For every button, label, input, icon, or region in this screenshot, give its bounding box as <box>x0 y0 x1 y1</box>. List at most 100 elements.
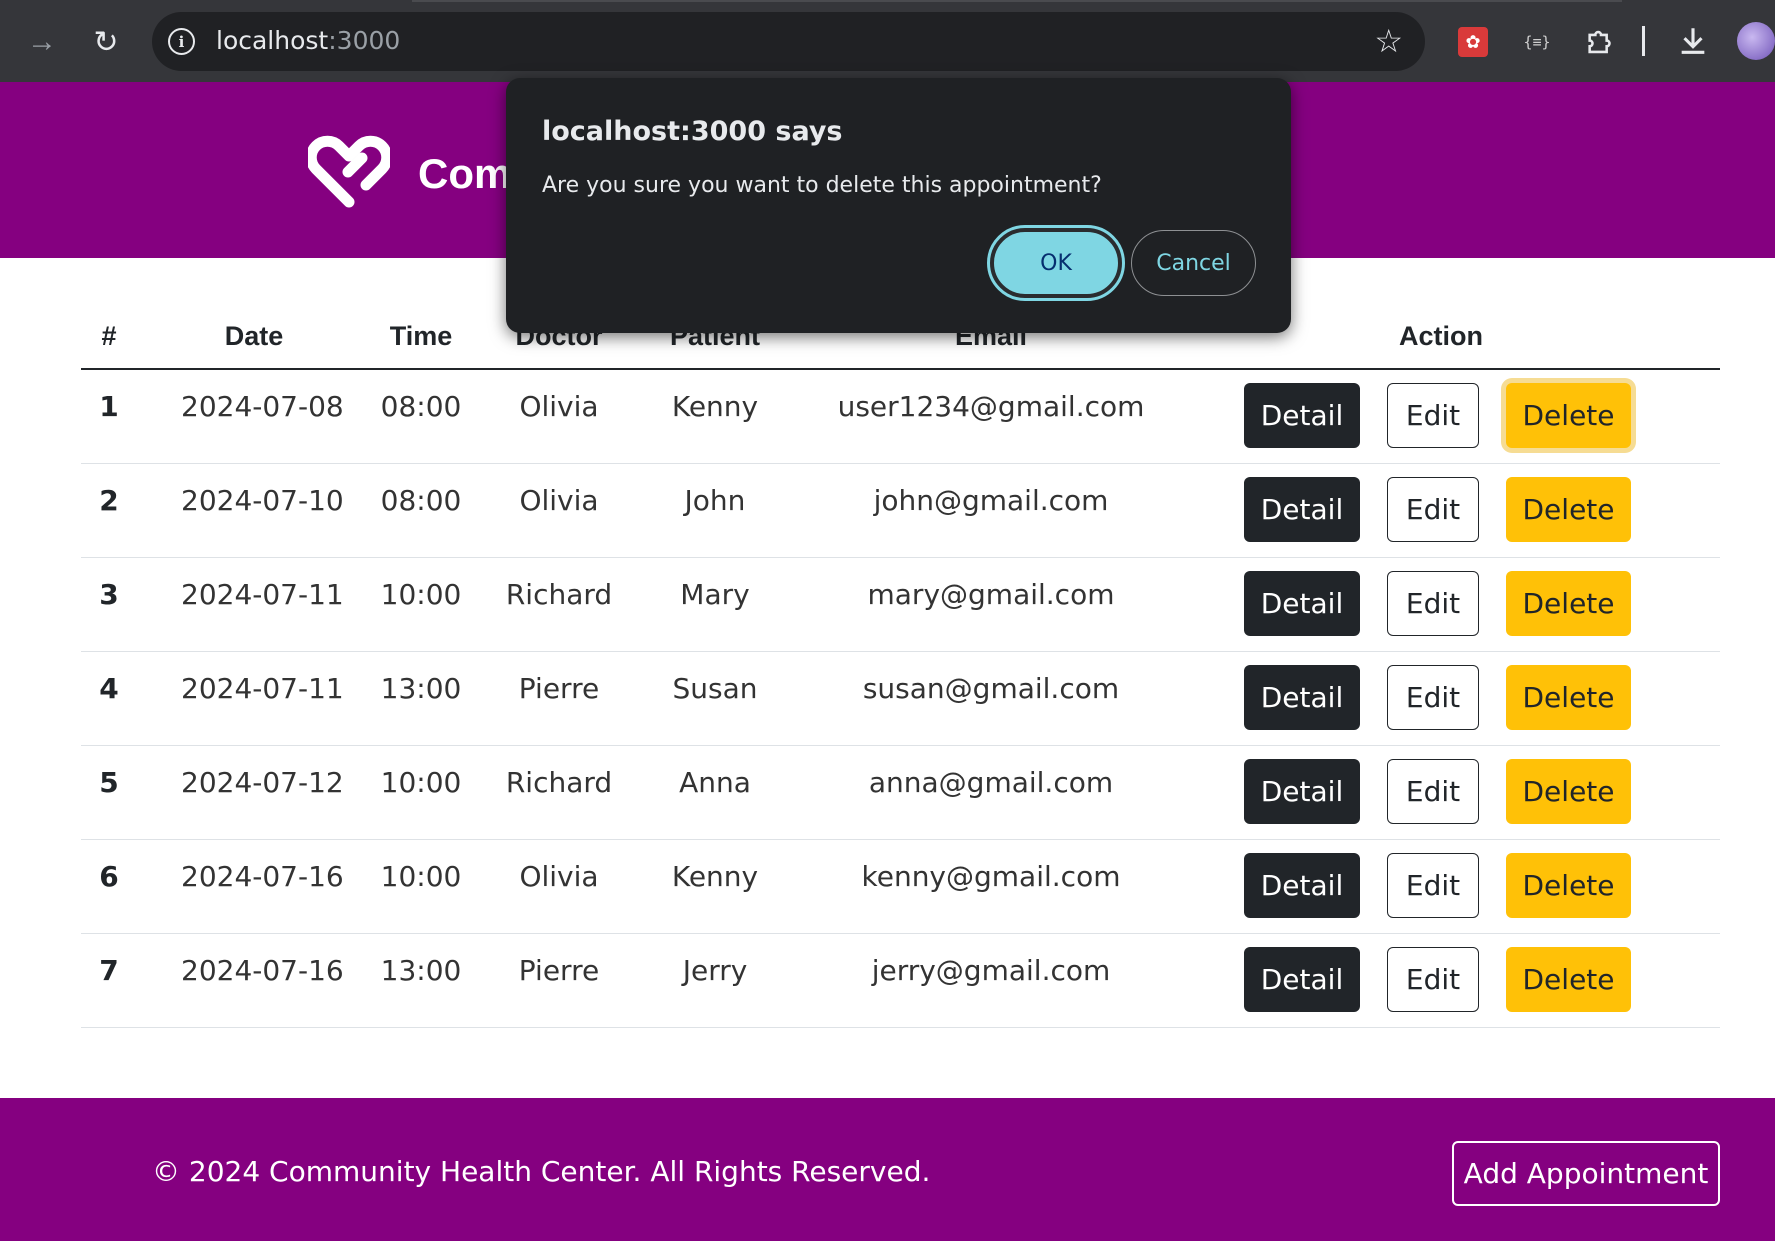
cell-patient: Mary <box>680 578 750 611</box>
header-num: # <box>101 321 117 351</box>
table-row: 6 2024-07-16 10:00 Olivia Kenny kenny@gmail.c… <box>81 840 1720 934</box>
cell-doctor: Richard <box>505 766 613 799</box>
table-body: 1 2024-07-08 08:00 Olivia Kenny user1234@gmai… <box>81 370 1720 1028</box>
cell-date: 2024-07-16 <box>181 954 344 987</box>
cell-time: 13:00 <box>380 954 462 987</box>
cell-email: anna@gmail.com <box>868 766 1114 799</box>
delete-button[interactable]: Delete <box>1506 759 1631 824</box>
address-bar[interactable]: i localhost:3000 ☆ <box>152 12 1425 71</box>
toolbar-divider <box>1642 26 1645 56</box>
cell-date: 2024-07-11 <box>181 578 344 611</box>
cell-patient: Anna <box>679 766 751 799</box>
cell-email: jerry@gmail.com <box>871 954 1111 987</box>
copyright-text: © 2024 Community Health Center. All Righ… <box>152 1155 931 1188</box>
cell-num: 6 <box>99 860 119 893</box>
cell-patient: Kenny <box>671 860 759 893</box>
delete-button[interactable]: Delete <box>1506 571 1631 636</box>
download-icon[interactable] <box>1673 20 1713 62</box>
url-host: localhost <box>216 26 329 55</box>
puzzle-icon[interactable] <box>1582 22 1620 62</box>
detail-button[interactable]: Detail <box>1244 383 1360 448</box>
extension-icon[interactable]: ✿ <box>1458 27 1488 57</box>
delete-button[interactable]: Delete <box>1506 853 1631 918</box>
cell-num: 3 <box>99 578 119 611</box>
edit-button[interactable]: Edit <box>1387 853 1479 918</box>
detail-button[interactable]: Detail <box>1244 759 1360 824</box>
header-date: Date <box>224 321 284 351</box>
cell-patient: Jerry <box>682 954 748 987</box>
cell-email: susan@gmail.com <box>862 672 1120 705</box>
delete-button[interactable]: Delete <box>1506 477 1631 542</box>
profile-avatar[interactable] <box>1737 22 1775 60</box>
table-row: 1 2024-07-08 08:00 Olivia Kenny user1234@gmai… <box>81 370 1720 464</box>
cell-num: 2 <box>99 484 119 517</box>
dialog-cancel-button[interactable]: Cancel <box>1131 230 1256 296</box>
appointments-table: # Date Time Doctor Patient Email Action … <box>81 303 1720 1028</box>
detail-button[interactable]: Detail <box>1244 571 1360 636</box>
table-row: 5 2024-07-12 10:00 Richard Anna anna@gmail.co… <box>81 746 1720 840</box>
cell-time: 10:00 <box>380 766 462 799</box>
star-icon[interactable]: ☆ <box>1374 22 1403 60</box>
edit-button[interactable]: Edit <box>1387 947 1479 1012</box>
reload-icon[interactable]: ↻ <box>86 22 126 62</box>
json-extension-icon[interactable]: {≡} <box>1521 27 1553 57</box>
cell-doctor: Olivia <box>519 390 599 423</box>
cell-time: 10:00 <box>380 578 462 611</box>
detail-button[interactable]: Detail <box>1244 853 1360 918</box>
cell-num: 7 <box>99 954 119 987</box>
edit-button[interactable]: Edit <box>1387 383 1479 448</box>
delete-button[interactable]: Delete <box>1506 665 1631 730</box>
cell-doctor: Olivia <box>519 484 599 517</box>
cell-time: 08:00 <box>380 484 462 517</box>
detail-button[interactable]: Detail <box>1244 665 1360 730</box>
cell-date: 2024-07-10 <box>181 484 344 517</box>
cell-time: 10:00 <box>380 860 462 893</box>
cell-date: 2024-07-11 <box>181 672 344 705</box>
table-row: 2 2024-07-10 08:00 Olivia John john@gmail.com… <box>81 464 1720 558</box>
cell-num: 4 <box>99 672 119 705</box>
cell-num: 1 <box>99 390 119 423</box>
cell-date: 2024-07-12 <box>181 766 344 799</box>
cell-doctor: Pierre <box>518 954 600 987</box>
delete-button[interactable]: Delete <box>1506 383 1631 448</box>
tab-strip-edge <box>412 0 1622 2</box>
detail-button[interactable]: Detail <box>1244 947 1360 1012</box>
cell-time: 08:00 <box>380 390 462 423</box>
detail-button[interactable]: Detail <box>1244 477 1360 542</box>
forward-icon[interactable]: → <box>22 22 62 62</box>
cell-doctor: Richard <box>505 578 613 611</box>
cell-email: user1234@gmail.com <box>837 390 1145 423</box>
edit-button[interactable]: Edit <box>1387 477 1479 542</box>
dialog-message: Are you sure you want to delete this app… <box>542 173 1102 198</box>
dialog-title: localhost:3000 says <box>542 116 843 147</box>
cell-doctor: Olivia <box>519 860 599 893</box>
edit-button[interactable]: Edit <box>1387 571 1479 636</box>
cell-email: john@gmail.com <box>873 484 1109 517</box>
confirm-dialog: localhost:3000 says Are you sure you wan… <box>506 78 1291 333</box>
header-action: Action <box>1399 321 1483 351</box>
cell-email: kenny@gmail.com <box>861 860 1121 893</box>
table-row: 3 2024-07-11 10:00 Richard Mary mary@gmail.co… <box>81 558 1720 652</box>
dialog-ok-button[interactable]: OK <box>987 225 1125 301</box>
table-row: 4 2024-07-11 13:00 Pierre Susan susan@gmail.c… <box>81 652 1720 746</box>
info-icon[interactable]: i <box>168 28 195 55</box>
site-footer: © 2024 Community Health Center. All Righ… <box>0 1098 1775 1241</box>
table-row: 7 2024-07-16 13:00 Pierre Jerry jerry@gmail.c… <box>81 934 1720 1028</box>
cell-num: 5 <box>99 766 119 799</box>
cell-date: 2024-07-16 <box>181 860 344 893</box>
browser-toolbar: → ↻ i localhost:3000 ☆ ✿ {≡} <box>0 0 1775 82</box>
url-text[interactable]: localhost:3000 <box>216 26 400 55</box>
cell-patient: Kenny <box>671 390 759 423</box>
add-appointment-button[interactable]: Add Appointment <box>1452 1141 1720 1206</box>
edit-button[interactable]: Edit <box>1387 759 1479 824</box>
cell-email: mary@gmail.com <box>867 578 1115 611</box>
heart-logo-icon <box>308 135 390 208</box>
cell-patient: Susan <box>672 672 758 705</box>
cell-patient: John <box>684 484 746 517</box>
url-port: :3000 <box>328 26 401 55</box>
cell-time: 13:00 <box>380 672 462 705</box>
delete-button[interactable]: Delete <box>1506 947 1631 1012</box>
header-time: Time <box>389 321 453 351</box>
edit-button[interactable]: Edit <box>1387 665 1479 730</box>
cell-date: 2024-07-08 <box>181 390 344 423</box>
